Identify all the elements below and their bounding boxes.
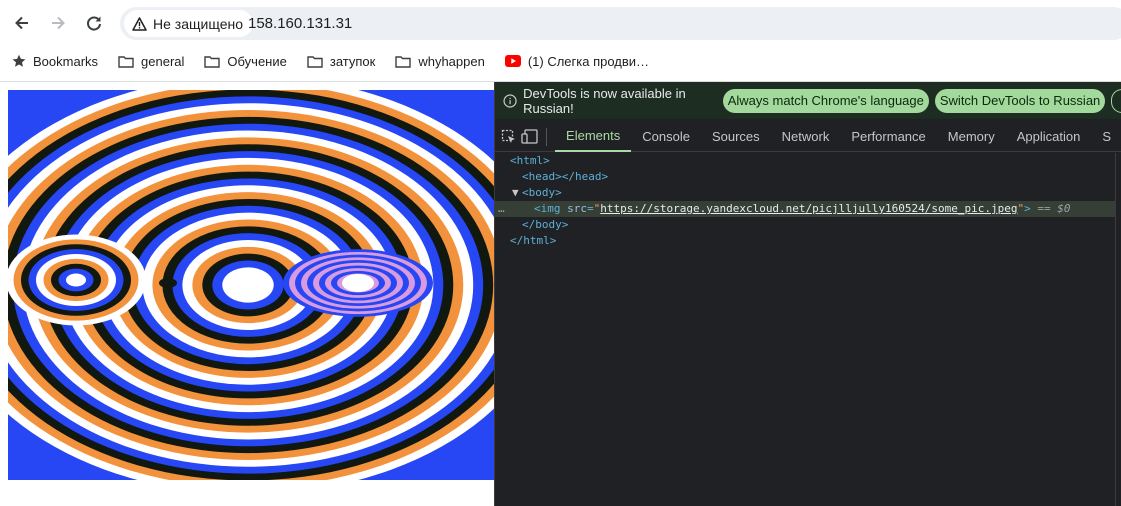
html-open-tag: <html> xyxy=(510,154,550,167)
infobar-overflow-button[interactable] xyxy=(1111,88,1121,113)
security-label: Не защищено xyxy=(153,15,243,32)
bookmark-folder-obuchenie[interactable]: Обучение xyxy=(204,53,287,69)
reload-icon xyxy=(87,16,101,31)
tab-sources[interactable]: Sources xyxy=(701,122,771,152)
illusion-eye-ring xyxy=(66,273,86,287)
inspect-cursor-icon xyxy=(502,129,516,143)
tab-memory[interactable]: Memory xyxy=(937,122,1006,152)
devtools-panel: DevTools is now available in Russian! Al… xyxy=(494,82,1121,506)
arrow-right-icon xyxy=(52,16,65,30)
tab-network[interactable]: Network xyxy=(771,122,841,152)
bookmark-folder-whyhappen[interactable]: whyhappen xyxy=(395,54,485,69)
device-toolbar-button[interactable] xyxy=(520,124,541,150)
infobar-message: DevTools is now available in Russian! xyxy=(523,85,686,116)
bookmark-label: Bookmarks xyxy=(33,53,99,69)
bookmark-label: Обучение xyxy=(227,53,287,69)
bookmark-bookmarks[interactable]: Bookmarks xyxy=(12,54,98,69)
devtools-tabbar: Elements Console Sources Network Perform… xyxy=(495,122,1121,152)
forward-button[interactable] xyxy=(46,11,70,35)
bookmark-youtube[interactable]: (1) Слегка продви… xyxy=(504,53,650,69)
folder-icon xyxy=(395,55,412,68)
folder-icon xyxy=(204,55,221,68)
bookmark-label: general xyxy=(141,53,185,69)
bookmark-label: затупок xyxy=(329,53,376,69)
switch-to-russian-button[interactable]: Switch DevTools to Russian xyxy=(934,88,1106,113)
illusion-image xyxy=(8,90,494,480)
tab-elements[interactable]: Elements xyxy=(555,122,632,152)
dom-node-html-close[interactable]: </html> xyxy=(495,233,1115,249)
back-button[interactable] xyxy=(10,11,34,35)
device-icon xyxy=(521,128,538,144)
illusion-dark-spot xyxy=(159,278,177,288)
youtube-icon xyxy=(504,55,521,67)
bookmark-folder-zatupok[interactable]: затупок xyxy=(307,54,375,69)
inspect-element-button[interactable] xyxy=(499,124,520,150)
browser-toolbar: Не защищено 158.160.131.31 xyxy=(0,0,1121,46)
head-tag: <head></head> xyxy=(522,170,609,183)
dom-node-html[interactable]: <html> xyxy=(495,153,1115,169)
body-close-tag: </body> xyxy=(522,218,569,231)
folder-icon xyxy=(307,55,323,68)
img-node-content: <img src="https://storage.yandexcloud.ne… xyxy=(534,202,1071,215)
always-match-language-button[interactable]: Always match Chrome's language xyxy=(722,88,929,113)
illusion-left-eye xyxy=(8,234,146,326)
info-icon xyxy=(503,93,517,108)
bookmark-label: (1) Слегка продви… xyxy=(527,53,650,69)
img-attr-name: src xyxy=(567,202,587,215)
dom-tree: <html> <head></head> ▼ <body> … <img src=… xyxy=(495,153,1115,506)
page-image[interactable] xyxy=(8,90,494,480)
console-ref: == $0 xyxy=(1030,202,1071,215)
bookmark-label: whyhappen xyxy=(418,53,485,69)
bookmark-folder-general[interactable]: general xyxy=(118,54,184,69)
styles-pane-edge[interactable] xyxy=(1115,153,1121,506)
img-open-tag: <img xyxy=(534,202,568,215)
tab-performance[interactable]: Performance xyxy=(840,122,936,152)
illusion-ring xyxy=(222,267,274,303)
dom-node-body[interactable]: ▼ <body> xyxy=(495,185,1115,201)
warning-icon xyxy=(132,16,147,31)
dom-node-body-close[interactable]: </body> xyxy=(495,217,1115,233)
html-close-tag: </html> xyxy=(510,234,557,247)
security-chip[interactable]: Не защищено xyxy=(124,10,253,37)
devtools-infobar: DevTools is now available in Russian! Al… xyxy=(495,82,1121,119)
illusion-center-highlight xyxy=(342,274,374,292)
tab-console[interactable]: Console xyxy=(631,122,701,152)
node-actions-ellipsis[interactable]: … xyxy=(498,201,505,217)
dom-node-img-selected[interactable]: … <img src="https://storage.yandexcloud.… xyxy=(495,201,1115,217)
bookmarks-bar: Bookmarks general Обучение затупок whyha… xyxy=(0,46,1121,76)
star-icon xyxy=(12,54,26,67)
body-open-tag: <body> xyxy=(522,186,562,199)
img-src-link[interactable]: https://storage.yandexcloud.net/picjllju… xyxy=(600,202,1017,215)
tab-overflow[interactable]: S xyxy=(1091,122,1121,152)
tab-application[interactable]: Application xyxy=(1006,122,1092,152)
folder-icon xyxy=(118,55,134,68)
tabbar-separator xyxy=(546,127,548,146)
reload-button[interactable] xyxy=(82,11,106,35)
dom-node-head[interactable]: <head></head> xyxy=(495,169,1115,185)
expand-triangle-icon[interactable]: ▼ xyxy=(512,185,522,201)
arrow-left-icon xyxy=(15,16,28,30)
address-bar[interactable]: Не защищено 158.160.131.31 xyxy=(120,7,1121,40)
url-text[interactable]: 158.160.131.31 xyxy=(248,15,352,32)
